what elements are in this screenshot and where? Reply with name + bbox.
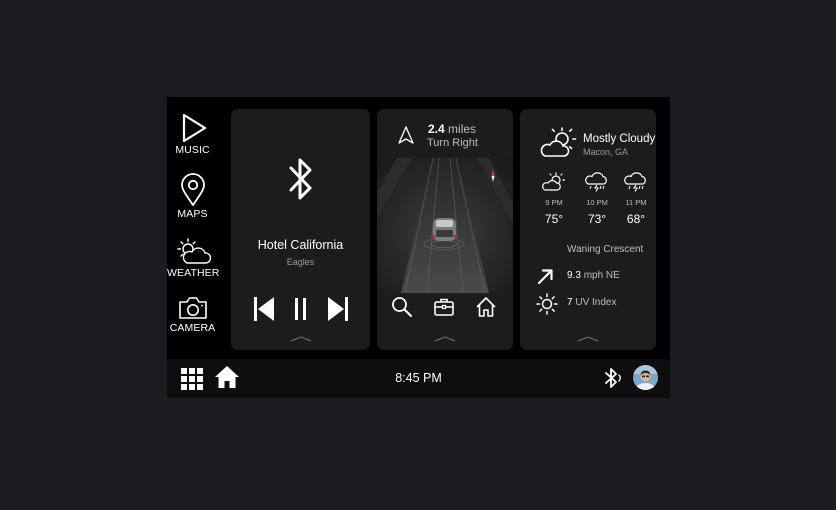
- sidebar-item-maps[interactable]: MAPS: [167, 173, 218, 220]
- forecast-item: 10 PM 73°: [582, 172, 612, 226]
- previous-track-button[interactable]: [252, 296, 276, 322]
- uv-label: UV Index: [575, 297, 617, 308]
- uv-index: 7 UV Index: [567, 297, 616, 308]
- forecast-item: 11 PM 68°: [621, 172, 651, 226]
- avatar[interactable]: [633, 365, 658, 390]
- partly-sunny-icon: [176, 238, 211, 264]
- chevron-up-icon[interactable]: [434, 335, 456, 343]
- forecast-temp: 73°: [587, 212, 607, 226]
- next-track-button[interactable]: [326, 296, 350, 322]
- turn-instruction: Turn Right: [427, 137, 478, 149]
- map-pin-icon: [180, 173, 205, 206]
- music-card[interactable]: Hotel California Eagles: [231, 109, 370, 350]
- sidebar-item-weather[interactable]: WEATHER: [167, 238, 220, 279]
- wind-speed: 9.3 mph NE: [567, 270, 620, 281]
- sidebar-item-camera[interactable]: CAMERA: [167, 295, 218, 334]
- forecast-temp: 75°: [544, 212, 564, 226]
- sidebar-item-label: MUSIC: [175, 144, 210, 156]
- map-view[interactable]: [377, 158, 513, 293]
- distance-unit: miles: [448, 122, 477, 136]
- navigation-card[interactable]: 2.4 miles Turn Right: [377, 109, 513, 350]
- partly-cloudy-icon: [542, 172, 566, 191]
- weather-card[interactable]: Mostly Cloudy Macon, GA 9 PM 75° 10 PM 7…: [520, 109, 656, 350]
- weather-condition: Mostly Cloudy: [583, 133, 656, 145]
- user-avatar-image: [633, 365, 658, 390]
- uv-value: 7: [567, 297, 573, 308]
- home-icon[interactable]: [475, 296, 497, 318]
- storm-cloud-icon: [624, 172, 646, 192]
- forecast-temp: 68°: [626, 212, 646, 226]
- wind-direction-arrow-icon: [537, 269, 553, 285]
- navigation-arrow-icon: [398, 126, 414, 144]
- distance-value: 2.4: [428, 122, 445, 136]
- sidebar-item-music[interactable]: MUSIC: [167, 113, 218, 156]
- forecast-time: 9 PM: [545, 198, 563, 207]
- play-icon: [182, 113, 206, 143]
- chevron-up-icon[interactable]: [290, 335, 312, 343]
- navigation-header: 2.4 miles Turn Right: [377, 109, 513, 158]
- weather-location: Macon, GA: [583, 147, 629, 157]
- sidebar-item-label: WEATHER: [167, 267, 220, 279]
- camera-icon: [178, 297, 207, 319]
- infotainment-screen: MUSIC MAPS WEATHER CAMERA Hotel Californ…: [167, 97, 670, 398]
- bottom-bar: 8:45 PM: [167, 359, 670, 398]
- crescent-moon-icon: [539, 243, 546, 257]
- chevron-up-icon[interactable]: [577, 335, 599, 343]
- search-icon[interactable]: [391, 296, 413, 318]
- bluetooth-icon: [289, 158, 312, 200]
- moon-phase: Waning Crescent: [567, 244, 644, 255]
- sidebar-item-label: MAPS: [177, 208, 208, 220]
- song-title: Hotel California: [257, 238, 344, 252]
- briefcase-icon[interactable]: [433, 296, 455, 318]
- song-artist: Eagles: [286, 257, 315, 267]
- pause-button[interactable]: [294, 296, 308, 322]
- bluetooth-connected-icon[interactable]: [603, 367, 625, 389]
- wind-value: 9.3: [567, 270, 581, 281]
- forecast-item: 9 PM 75°: [539, 172, 569, 226]
- sidebar-item-label: CAMERA: [169, 322, 216, 334]
- car-icon: [431, 218, 458, 241]
- wind-unit: mph NE: [583, 270, 620, 281]
- forecast-time: 10 PM: [586, 198, 608, 207]
- clock: 8:45 PM: [395, 371, 442, 385]
- forecast-time: 11 PM: [625, 198, 647, 207]
- sun-icon: [536, 293, 558, 315]
- storm-cloud-icon: [585, 172, 607, 192]
- navigation-distance: 2.4 miles: [428, 122, 476, 136]
- partly-cloudy-icon: [540, 127, 577, 157]
- sidebar: MUSIC MAPS WEATHER CAMERA: [167, 97, 220, 359]
